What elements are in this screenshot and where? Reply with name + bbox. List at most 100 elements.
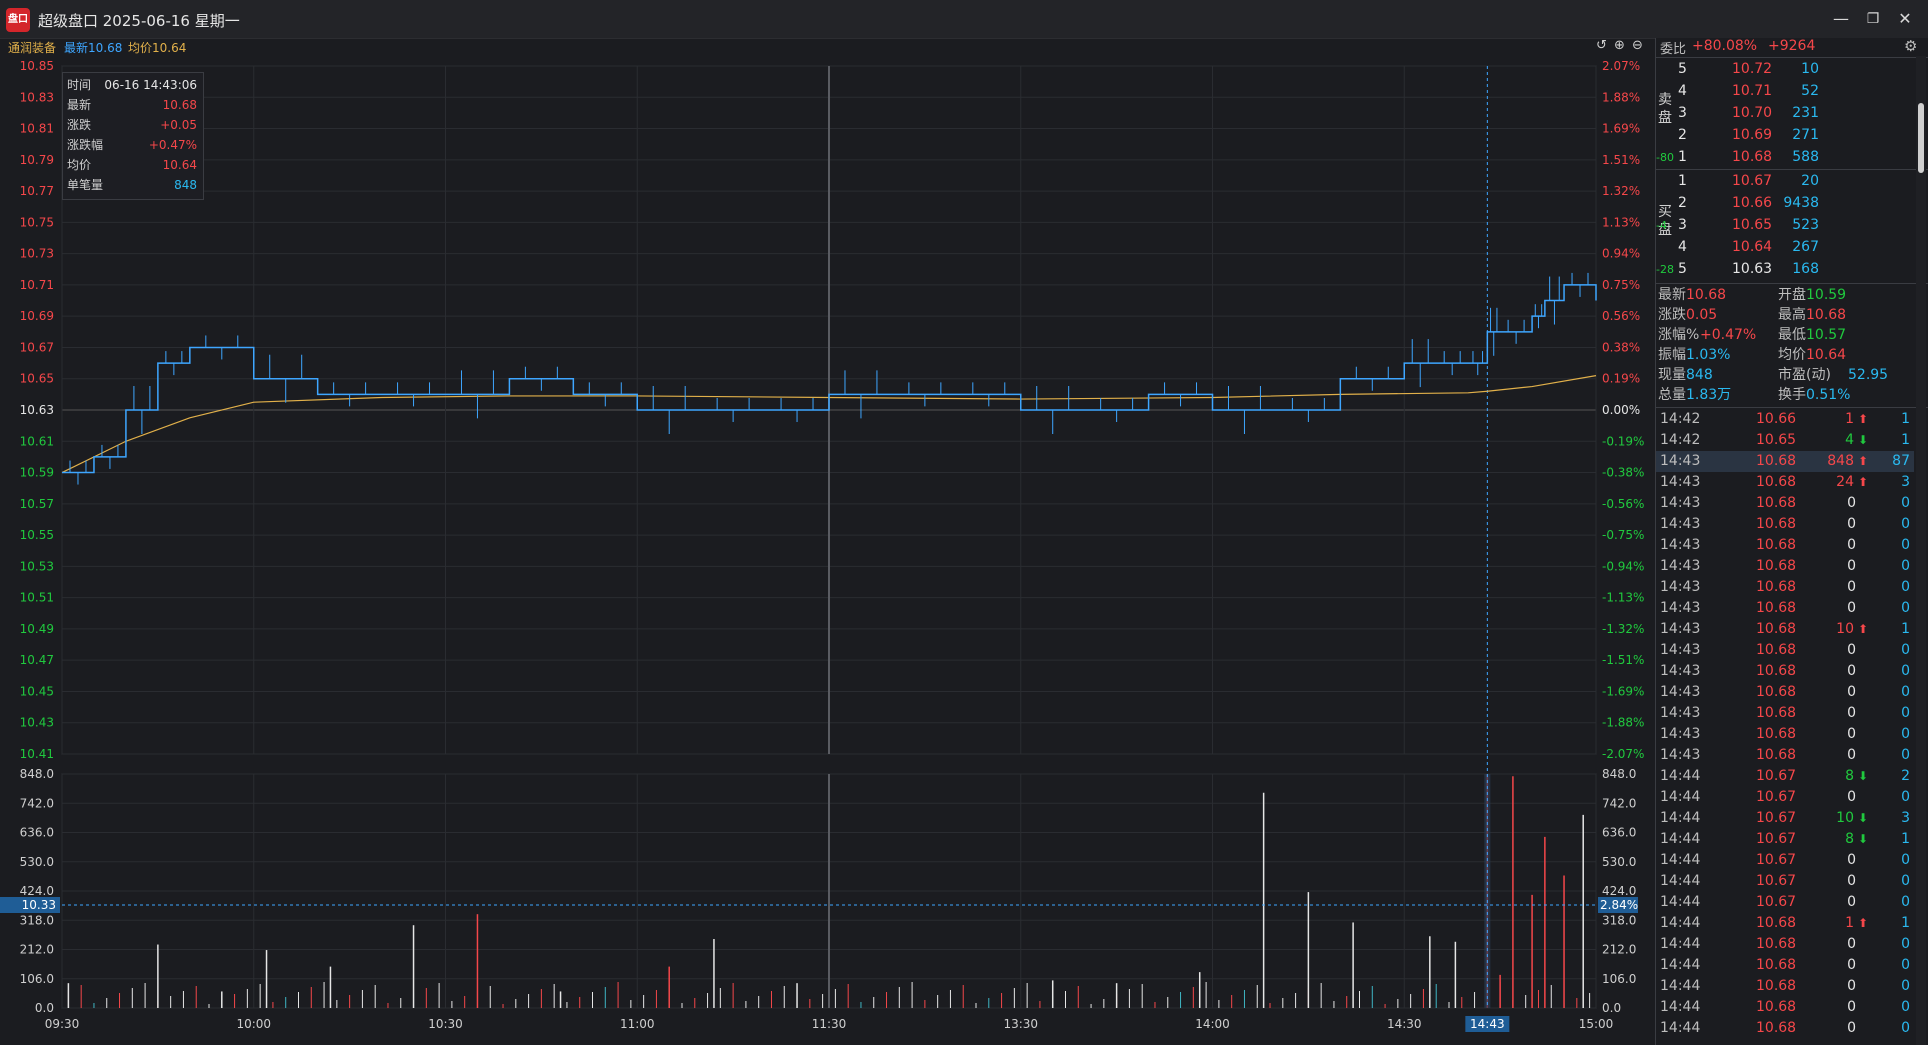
tick-trade-row[interactable]: 14:43 10.68 0 0: [1656, 640, 1914, 661]
tick-trade-row[interactable]: 14:44 10.67 10 ⬇ 3: [1656, 808, 1914, 829]
ask-level-row[interactable]: 5 10.72 10: [1656, 59, 1914, 80]
tick-trade-row[interactable]: 14:44 10.68 0 0: [1656, 955, 1914, 976]
tick-trade-row[interactable]: 14:43 10.68 0 0: [1656, 535, 1914, 556]
pct-tick-label: -1.32%: [1602, 622, 1644, 636]
tick-trade-row[interactable]: 14:43 10.68 0 0: [1656, 556, 1914, 577]
pct-tick-label: 1.32%: [1602, 184, 1640, 198]
price-tick-label: 10.81: [20, 122, 54, 136]
settings-gear-icon[interactable]: ⚙: [1904, 37, 1917, 55]
tick-trade-row[interactable]: 14:44 10.68 0 0: [1656, 976, 1914, 997]
tick-trade-row[interactable]: 14:43 10.68 0 0: [1656, 745, 1914, 766]
refresh-icon[interactable]: ↺: [1596, 38, 1607, 53]
tick-trade-row[interactable]: 14:44 10.67 0 0: [1656, 850, 1914, 871]
zoom-out-icon[interactable]: ⊖: [1632, 38, 1643, 53]
restore-button[interactable]: ❐: [1860, 8, 1886, 30]
tick-trade-row[interactable]: 14:43 10.68 0 0: [1656, 703, 1914, 724]
tooltip-key: 均价: [67, 158, 92, 172]
ask-level-row[interactable]: 1 10.68 588 -80: [1656, 147, 1914, 168]
tick-trade-row[interactable]: 14:43 10.68 848 ⬆ 87: [1656, 451, 1914, 472]
tick-trade-row[interactable]: 14:44 10.68 0 0: [1656, 997, 1914, 1018]
volume-tick-label-right: 212.0: [1602, 943, 1636, 957]
tooltip-value: 10.64: [162, 158, 197, 172]
ask-level-row[interactable]: 3 10.70 231: [1656, 103, 1914, 124]
trade-volume: 10: [1836, 810, 1854, 826]
tick-trade-row[interactable]: 14:44 10.68 0 0: [1656, 934, 1914, 955]
tick-trade-row[interactable]: 14:44 10.67 8 ⬇ 1: [1656, 829, 1914, 850]
tick-trade-row[interactable]: 14:44 10.68 0 0: [1656, 1018, 1914, 1039]
stat-value: 10.68: [1806, 307, 1847, 323]
trade-price: 10.68: [1756, 642, 1797, 658]
stats-row: 涨幅% +0.47% 最低 10.57: [1656, 325, 1914, 346]
tick-trade-row[interactable]: 14:42 10.66 1 ⬆ 1: [1656, 409, 1914, 430]
price-tick-label: 10.71: [20, 278, 54, 292]
trade-time: 14:44: [1660, 768, 1701, 784]
trade-volume: 0: [1847, 579, 1856, 595]
stats-row: 现量 848 市盈(动) 52.95: [1656, 365, 1914, 386]
bid-level-row[interactable]: 5 10.63 168 -28: [1656, 259, 1914, 280]
tick-trade-row[interactable]: 14:43 10.68 0 0: [1656, 577, 1914, 598]
tick-trade-row[interactable]: 14:43 10.68 10 ⬆ 1: [1656, 619, 1914, 640]
tick-trade-row[interactable]: 14:44 10.67 0 0: [1656, 787, 1914, 808]
trade-count: 0: [1901, 726, 1910, 742]
stat-label: 总量: [1658, 387, 1686, 403]
tick-trade-row[interactable]: 14:44 10.67 8 ⬇ 2: [1656, 766, 1914, 787]
trade-time: 14:43: [1660, 558, 1701, 574]
pct-tick-label: -1.88%: [1602, 716, 1644, 730]
bid-level-row[interactable]: 4 10.64 267: [1656, 237, 1914, 258]
trade-count: 1: [1901, 621, 1910, 637]
ask-volume: 231: [1792, 105, 1819, 121]
title-bar: 盘口 超级盘口 2025-06-16 星期一 — ❐ ✕: [0, 0, 1928, 39]
trade-time: 14:43: [1660, 726, 1701, 742]
trade-count: 0: [1901, 537, 1910, 553]
volume-tick-label: 848.0: [20, 767, 54, 781]
trade-time: 14:43: [1660, 579, 1701, 595]
trade-price: 10.67: [1756, 873, 1797, 889]
tick-trade-row[interactable]: 14:44 10.67 0 0: [1656, 892, 1914, 913]
tick-trade-row[interactable]: 14:43 10.68 0 0: [1656, 514, 1914, 535]
trade-price: 10.67: [1756, 810, 1797, 826]
price-tick-label: 10.57: [20, 497, 54, 511]
pct-tick-label: -0.94%: [1602, 559, 1644, 573]
bid-level-row[interactable]: 2 10.66 9438: [1656, 193, 1914, 214]
trade-volume: 0: [1847, 957, 1856, 973]
ask-price: 10.69: [1732, 127, 1773, 143]
trade-time: 14:44: [1660, 1020, 1701, 1036]
tooltip-value: 06-16 14:43:06: [104, 78, 197, 92]
trade-volume: 0: [1847, 726, 1856, 742]
tick-trade-row[interactable]: 14:44 10.68 1 ⬆ 1: [1656, 913, 1914, 934]
ask-level: 5: [1678, 61, 1687, 77]
trade-price: 10.67: [1756, 789, 1797, 805]
tick-trade-row[interactable]: 14:44 10.67 0 0: [1656, 871, 1914, 892]
minimize-button[interactable]: —: [1828, 8, 1854, 30]
price-tick-label: 10.73: [20, 247, 54, 261]
close-button[interactable]: ✕: [1892, 8, 1918, 30]
tick-trade-row[interactable]: 14:42 10.65 4 ⬇ 1: [1656, 430, 1914, 451]
trade-time: 14:44: [1660, 852, 1701, 868]
ask-level-row[interactable]: 4 10.71 52: [1656, 81, 1914, 102]
tooltip-value: 848: [174, 178, 197, 192]
tick-trades-list[interactable]: 14:42 10.66 1 ⬆ 1 14:42 10.65 4 ⬇ 1 14:43 10.68 848 ⬆…: [1656, 409, 1928, 1045]
bid-level-row[interactable]: 3 10.65 523 -4: [1656, 215, 1914, 236]
price-tick-label: 10.65: [20, 372, 54, 386]
trade-volume: 0: [1847, 894, 1856, 910]
bid-level-row[interactable]: 1 10.67 20: [1656, 171, 1914, 192]
intraday-chart[interactable]: 10.85 2.07% 10.83 1.88% 10.81 1.69% 10.79 1.51%…: [0, 56, 1655, 1045]
tick-trade-row[interactable]: 14:43 10.68 0 0: [1656, 493, 1914, 514]
scrollbar-track[interactable]: [1916, 56, 1926, 1045]
zoom-in-icon[interactable]: ⊕: [1614, 38, 1625, 53]
trade-time: 14:43: [1660, 621, 1701, 637]
trade-count: 2: [1901, 768, 1910, 784]
bid-price: 10.63: [1732, 261, 1773, 277]
tick-trade-row[interactable]: 14:43 10.68 0 0: [1656, 661, 1914, 682]
tick-trade-row[interactable]: 14:43 10.68 0 0: [1656, 682, 1914, 703]
tick-trade-row[interactable]: 14:43 10.68 24 ⬆ 3: [1656, 472, 1914, 493]
buy-orders: 买 盘 1 10.67 20 2 10.66 9438 3 10.65 523 -4 4 10.64 26…: [1656, 171, 1928, 281]
scrollbar-thumb[interactable]: [1918, 103, 1924, 173]
ask-level-row[interactable]: 2 10.69 271: [1656, 125, 1914, 146]
tick-trade-row[interactable]: 14:43 10.68 0 0: [1656, 598, 1914, 619]
ask-change: -80: [1656, 151, 1674, 164]
tooltip-key: 时间: [67, 78, 92, 92]
volume-tick-label-right: 636.0: [1602, 826, 1636, 840]
stats-row: 总量 1.83万 换手 0.51%: [1656, 385, 1914, 406]
tick-trade-row[interactable]: 14:43 10.68 0 0: [1656, 724, 1914, 745]
